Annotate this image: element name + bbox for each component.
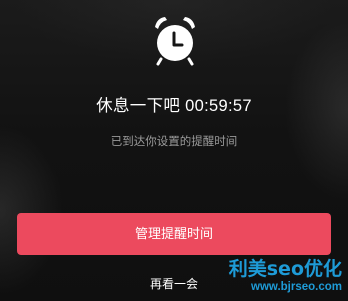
alarm-clock-icon	[155, 17, 195, 66]
reminder-subtitle: 已到达你设置的提醒时间	[110, 136, 238, 148]
headline-text: 休息一下吧	[96, 97, 181, 115]
reminder-headline: 休息一下吧 00:59:57	[0, 96, 348, 116]
manage-reminder-time-button[interactable]: 管理提醒时间	[17, 213, 331, 255]
continue-watching-button[interactable]: 再看一会	[0, 276, 348, 292]
rest-reminder-screen: 休息一下吧 00:59:57 已到达你设置的提醒时间 管理提醒时间 再看一会 利美…	[0, 0, 348, 301]
countdown-timer: 00:59:57	[185, 97, 252, 115]
